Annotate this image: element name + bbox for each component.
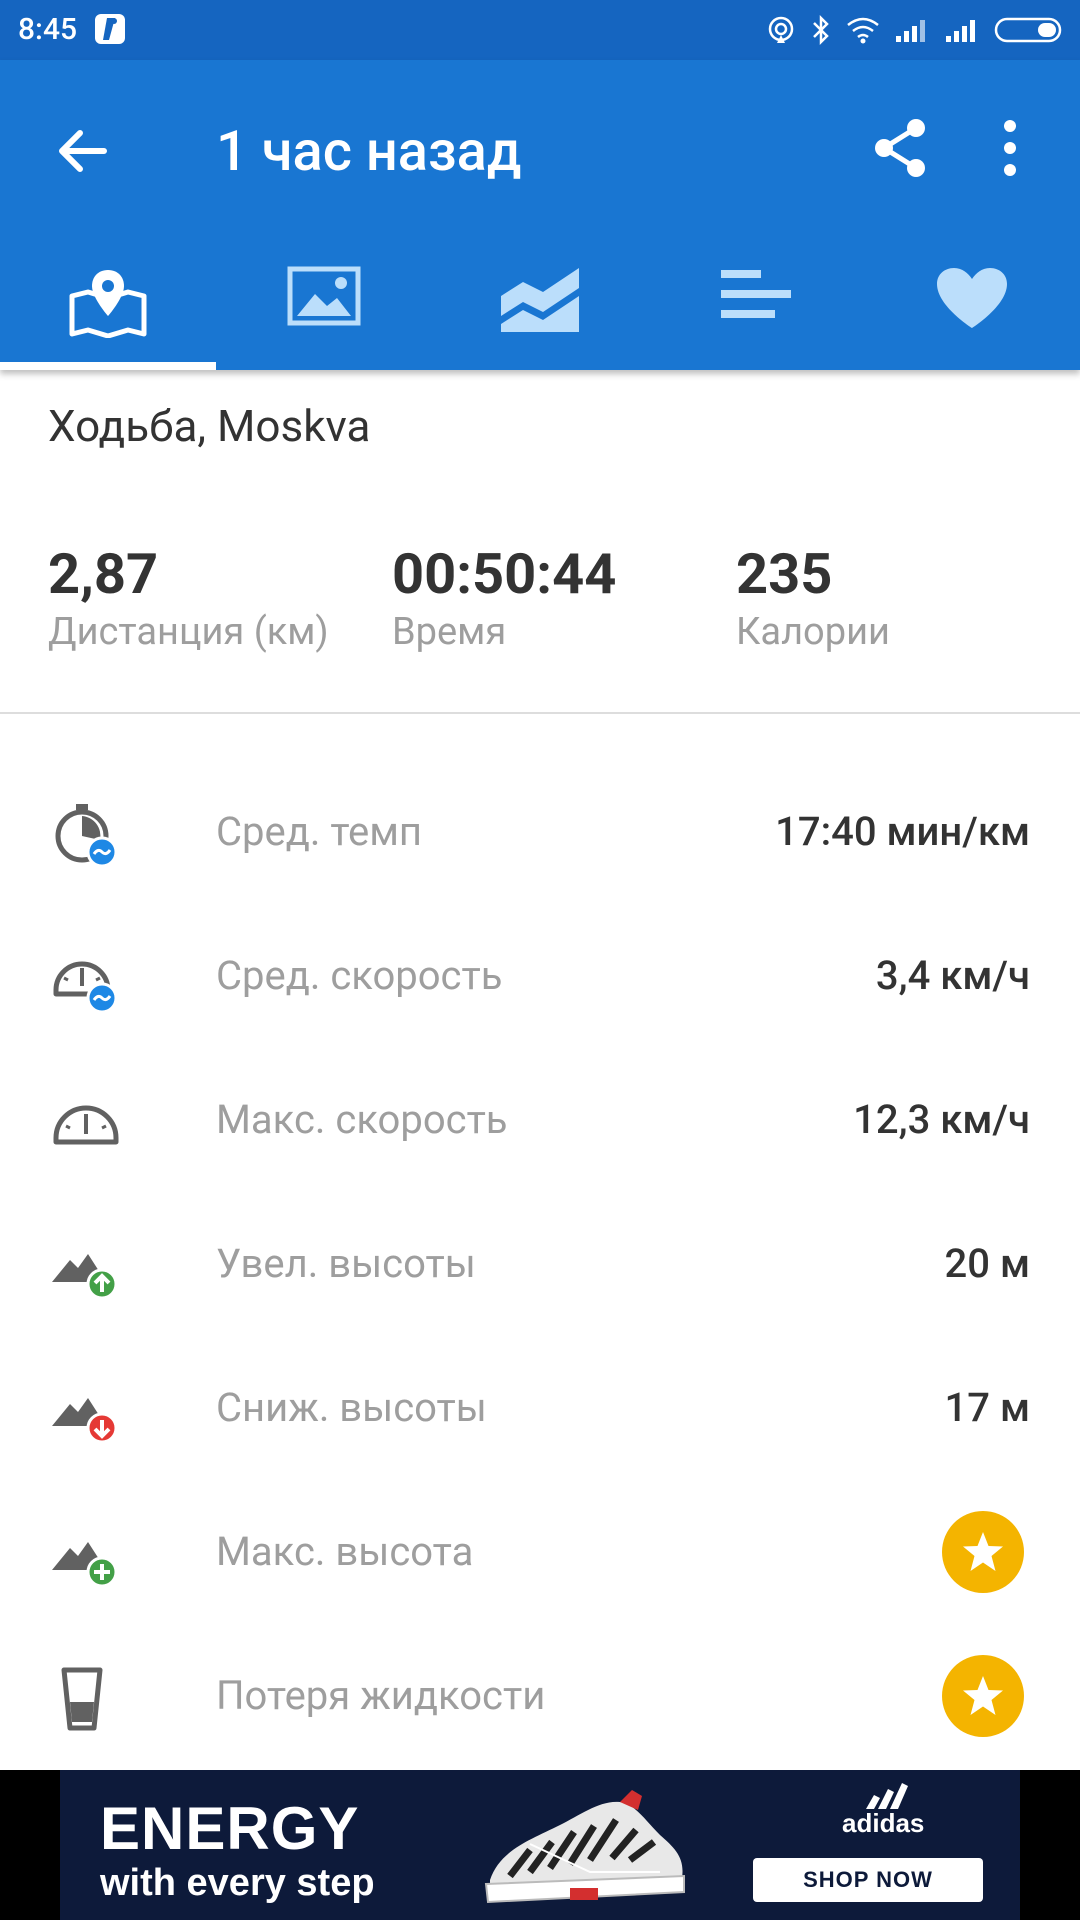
water-loss-icon <box>61 1667 103 1731</box>
elevation-gain-icon <box>52 1254 118 1300</box>
divider <box>0 712 1080 714</box>
signal-icon <box>896 20 925 42</box>
avg-speed-icon <box>53 961 118 1014</box>
status-time: 8:45 <box>18 12 78 47</box>
time-label: Время <box>392 610 507 654</box>
premium-star-button[interactable] <box>942 1511 1024 1593</box>
avg-pace-icon <box>55 804 118 868</box>
tab-photos[interactable] <box>216 260 432 370</box>
photo-icon <box>287 266 361 326</box>
status-bar: 8:45 <box>0 0 1080 60</box>
stat-label: Макс. скорость <box>216 1096 508 1143</box>
premium-star-button[interactable] <box>942 1655 1024 1737</box>
star-icon <box>963 1676 1003 1715</box>
area-chart-icon <box>501 268 579 332</box>
tab-charts[interactable] <box>432 260 648 370</box>
tab-heart-rate[interactable] <box>864 260 1080 370</box>
stat-label: Макс. высота <box>216 1528 474 1575</box>
status-icons <box>766 10 1066 50</box>
ad-banner[interactable]: ENERGY with every step adidas SHOP NOW <box>60 1770 1020 1920</box>
stat-value: 20 м <box>944 1240 1030 1287</box>
distance-value: 2,87 <box>48 541 159 607</box>
calories-value: 235 <box>736 541 833 607</box>
tab-map[interactable] <box>0 260 216 370</box>
stat-label: Увел. высоты <box>216 1240 476 1287</box>
stat-row-max-elevation: Макс. высота <box>0 1480 1080 1624</box>
battery-icon <box>994 17 1062 43</box>
summary-time: 00:50:44 Время <box>392 540 616 656</box>
ad-container: ENERGY with every step adidas SHOP NOW <box>0 1770 1080 1920</box>
tab-laps[interactable] <box>648 260 864 370</box>
stat-row-avg-speed: Сред. скорость 3,4 км/ч <box>0 904 1080 1048</box>
ad-headline: ENERGY <box>100 1795 360 1862</box>
calories-label: Калории <box>736 610 890 654</box>
signal-icon <box>946 20 975 42</box>
summary-stats: 2,87 Дистанция (км) 00:50:44 Время 235 К… <box>48 540 1048 660</box>
ad-subline: with every step <box>100 1862 375 1904</box>
page-title: 1 час назад <box>216 118 522 184</box>
map-pin-icon <box>69 270 147 338</box>
heart-icon <box>937 268 1007 328</box>
stat-row-water-loss: Потеря жидкости <box>0 1624 1080 1768</box>
distance-label: Дистанция (км) <box>48 610 329 654</box>
stat-value: 17:40 мин/км <box>775 808 1030 855</box>
max-speed-icon <box>53 1105 119 1145</box>
elevation-loss-icon <box>52 1398 118 1444</box>
share-icon[interactable] <box>864 112 936 184</box>
tab-bar <box>0 260 1080 370</box>
ad-brand: adidas <box>842 1808 925 1838</box>
star-icon <box>963 1532 1003 1571</box>
stat-label: Потеря жидкости <box>216 1672 546 1719</box>
more-vert-icon[interactable] <box>990 112 1030 184</box>
stat-label: Сниж. высоты <box>216 1384 487 1431</box>
sneaker-image <box>484 1790 685 1904</box>
stat-value: 3,4 км/ч <box>875 952 1030 999</box>
summary-calories: 235 Калории <box>736 540 890 656</box>
hotspot-icon <box>768 16 794 43</box>
summary-distance: 2,87 Дистанция (км) <box>48 540 329 656</box>
stat-label: Сред. темп <box>216 808 422 855</box>
adidas-logo-icon <box>866 1783 908 1809</box>
app-bar: 1 час назад <box>0 60 1080 370</box>
bar-list-icon <box>721 270 791 318</box>
stat-label: Сред. скорость <box>216 952 503 999</box>
stat-row-elevation-loss: Сниж. высоты 17 м <box>0 1336 1080 1480</box>
app-notification-icon <box>95 14 125 44</box>
shop-now-button[interactable]: SHOP NOW <box>753 1858 983 1902</box>
tab-indicator <box>0 362 216 370</box>
stat-row-avg-pace: Сред. темп 17:40 мин/км <box>0 760 1080 904</box>
stat-value: 17 м <box>944 1384 1030 1431</box>
max-elevation-icon <box>52 1542 118 1588</box>
wifi-icon <box>847 17 879 44</box>
activity-title: Ходьба, Moskva <box>48 400 371 452</box>
stat-row-elevation-gain: Увел. высоты 20 м <box>0 1192 1080 1336</box>
stat-value: 12,3 км/ч <box>853 1096 1030 1143</box>
time-value: 00:50:44 <box>392 541 617 607</box>
bluetooth-icon <box>813 14 829 46</box>
arrow-back-icon[interactable] <box>48 115 120 187</box>
stat-row-max-speed: Макс. скорость 12,3 км/ч <box>0 1048 1080 1192</box>
stats-list: Сред. темп 17:40 мин/км Сред. скорость 3… <box>0 760 1080 1768</box>
